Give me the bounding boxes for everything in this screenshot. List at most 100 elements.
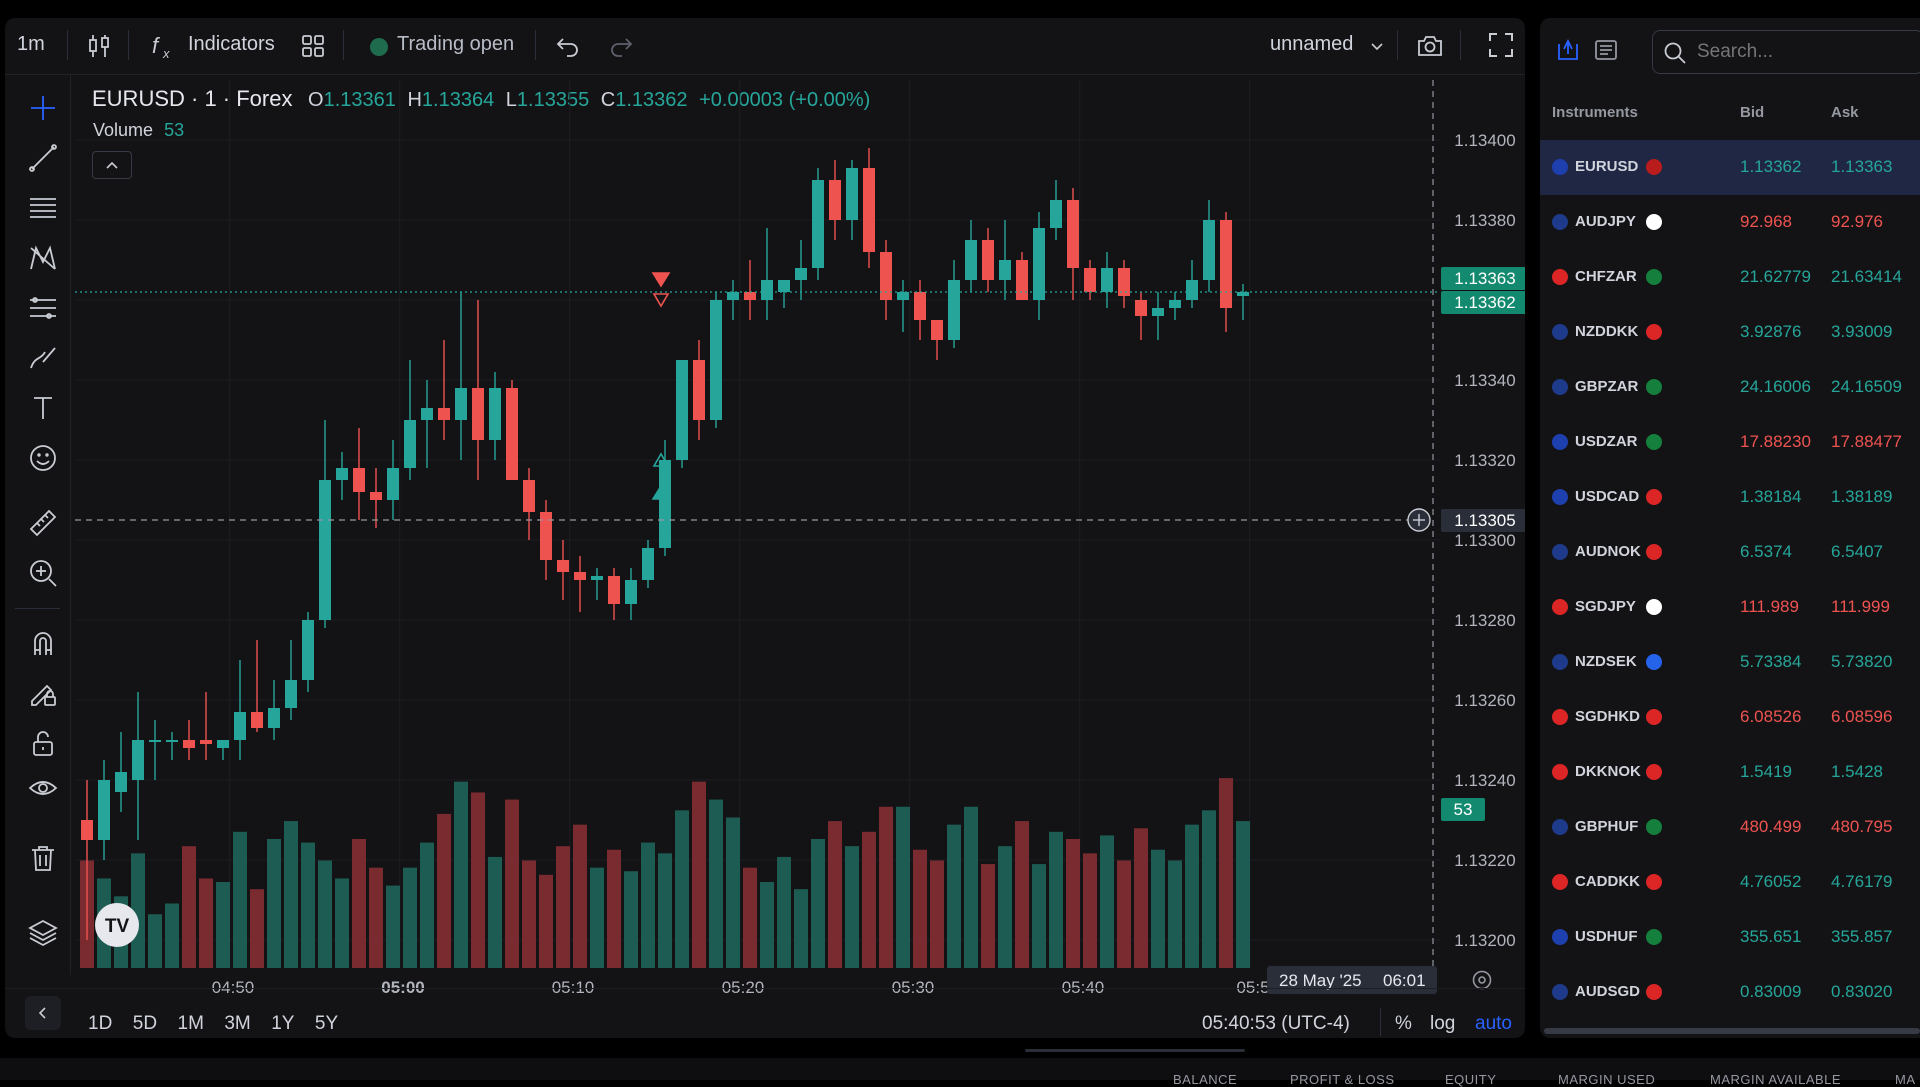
- instrument-row-usdhuf[interactable]: USDHUF 355.651 355.857: [1540, 910, 1920, 965]
- clock-timezone[interactable]: 05:40:53 (UTC-4): [1202, 1013, 1350, 1035]
- volume-bar: [437, 813, 451, 968]
- volume-bar: [1134, 828, 1148, 968]
- candle-body: [455, 388, 467, 420]
- candle-body: [608, 576, 620, 604]
- volume-bar: [1236, 821, 1250, 968]
- volume-bar: [267, 839, 281, 968]
- price-tick-label: 1.13220: [1454, 851, 1515, 870]
- flag-icon: [1552, 324, 1568, 340]
- percent-scale-toggle[interactable]: %: [1395, 1013, 1412, 1035]
- instrument-row-usdzar[interactable]: USDZAR 17.88230 17.88477: [1540, 415, 1920, 470]
- volume-bar: [641, 842, 655, 968]
- candle-body: [319, 480, 331, 620]
- instrument-bid: 24.16006: [1740, 377, 1811, 396]
- flag-icon: [1646, 764, 1662, 780]
- flag-icon: [1646, 324, 1662, 340]
- instrument-symbol: AUDJPY: [1575, 213, 1636, 230]
- log-scale-toggle[interactable]: log: [1430, 1013, 1455, 1035]
- instrument-bid: 4.76052: [1740, 872, 1802, 891]
- search-input[interactable]: [1695, 37, 1919, 67]
- instrument-search[interactable]: [1652, 30, 1920, 74]
- flag-icon: [1646, 489, 1662, 505]
- volume-bar: [505, 799, 519, 968]
- auto-scale-toggle[interactable]: auto: [1475, 1013, 1512, 1035]
- instrument-row-sgdhkd[interactable]: SGDHKD 6.08526 6.08596: [1540, 690, 1920, 745]
- candle-body: [880, 252, 892, 300]
- instrument-symbol: GBPZAR: [1575, 378, 1639, 395]
- candle-body: [98, 780, 110, 840]
- range-3m-button[interactable]: 3M: [224, 1013, 250, 1034]
- volume-bar: [1032, 864, 1046, 968]
- range-1m-button[interactable]: 1M: [178, 1013, 204, 1034]
- panel-resize-handle[interactable]: [1025, 1049, 1245, 1052]
- candle-body: [523, 480, 535, 512]
- instrument-row-nzdsek[interactable]: NZDSEK 5.73384 5.73820: [1540, 635, 1920, 690]
- candle-body: [1033, 228, 1045, 300]
- price-tick-label: 1.13240: [1454, 771, 1515, 790]
- volume-bar: [1066, 839, 1080, 968]
- instrument-row-usdcad[interactable]: USDCAD 1.38184 1.38189: [1540, 470, 1920, 525]
- candle-body: [1050, 200, 1062, 228]
- range-1d-button[interactable]: 1D: [88, 1013, 112, 1034]
- instrument-bid: 355.651: [1740, 927, 1802, 946]
- flag-icon: [1552, 654, 1568, 670]
- candle-body: [676, 360, 688, 460]
- news-icon[interactable]: [1592, 36, 1620, 64]
- candle-body: [812, 180, 824, 268]
- instrument-bid: 1.5419: [1740, 762, 1792, 781]
- range-5d-button[interactable]: 5D: [133, 1013, 157, 1034]
- instrument-row-audsgd[interactable]: AUDSGD 0.83009 0.83020: [1540, 965, 1920, 1020]
- instrument-row-dkknok[interactable]: DKKNOK 1.5419 1.5428: [1540, 745, 1920, 800]
- flag-icon: [1646, 269, 1662, 285]
- instrument-row-gbpzar[interactable]: GBPZAR 24.16006 24.16509: [1540, 360, 1920, 415]
- instrument-bid: 92.968: [1740, 212, 1792, 231]
- instrument-ask: 21.63414: [1831, 267, 1902, 286]
- price-tick-label: 1.13280: [1454, 611, 1515, 630]
- time-range-bar: 1D 5D 1M 3M 1Y 5Y: [88, 1013, 338, 1035]
- volume-bar: [471, 792, 485, 968]
- volume-bar: [182, 846, 196, 968]
- flag-icon: [1552, 929, 1568, 945]
- price-axis[interactable]: 1.13400 1.13380 1.13340 1.13320 1.13300 1.132…: [1441, 131, 1525, 950]
- candle-body: [1101, 268, 1113, 292]
- instrument-row-audnok[interactable]: AUDNOK 6.5374 6.5407: [1540, 525, 1920, 580]
- instrument-row-nzddkk[interactable]: NZDDKK 3.92876 3.93009: [1540, 305, 1920, 360]
- range-5y-button[interactable]: 5Y: [315, 1013, 338, 1034]
- column-header-bid[interactable]: Bid: [1740, 104, 1764, 121]
- volume-bar: [1100, 835, 1114, 968]
- price-tick-label: 1.13380: [1454, 211, 1515, 230]
- flag-icon: [1646, 379, 1662, 395]
- candle-body: [727, 292, 739, 300]
- column-header-ask[interactable]: Ask: [1831, 104, 1859, 121]
- instrument-row-chfzar[interactable]: CHFZAR 21.62779 21.63414: [1540, 250, 1920, 305]
- candle-body: [642, 548, 654, 580]
- price-chart[interactable]: 1.13400 1.13380 1.13340 1.13320 1.13300 1.132…: [5, 18, 1525, 1038]
- flag-icon: [1552, 489, 1568, 505]
- instrument-row-audjpy[interactable]: AUDJPY 92.968 92.976: [1540, 195, 1920, 250]
- chart-grid: [75, 80, 1440, 968]
- candle-body: [982, 240, 994, 280]
- instrument-symbol: DKKNOK: [1575, 763, 1641, 780]
- instrument-row-caddkk[interactable]: CADDKK 4.76052 4.76179: [1540, 855, 1920, 910]
- flag-icon: [1552, 764, 1568, 780]
- watchlist-icon[interactable]: [1554, 36, 1582, 64]
- candle-body: [931, 320, 943, 340]
- candle-body: [251, 712, 263, 728]
- candle-body: [659, 460, 671, 548]
- tradingview-logo[interactable]: TV: [95, 903, 139, 947]
- horizontal-scrollbar[interactable]: [1544, 1028, 1920, 1034]
- instrument-row-eurusd[interactable]: EURUSD 1.13362 1.13363: [1540, 140, 1920, 195]
- instrument-row-sgdjpy[interactable]: SGDJPY 111.989 111.999: [1540, 580, 1920, 635]
- chart-panel: 1m fx Indicators Trading open unnamed EU…: [5, 18, 1525, 1038]
- column-header-instruments[interactable]: Instruments: [1552, 104, 1638, 121]
- instrument-ask: 17.88477: [1831, 432, 1902, 451]
- candle-body: [965, 240, 977, 280]
- range-1y-button[interactable]: 1Y: [271, 1013, 294, 1034]
- volume-bar: [352, 839, 366, 968]
- candle-body: [829, 180, 841, 220]
- flag-icon: [1646, 819, 1662, 835]
- instrument-row-gbphuf[interactable]: GBPHUF 480.499 480.795: [1540, 800, 1920, 855]
- flag-icon: [1646, 654, 1662, 670]
- candle-body: [1186, 280, 1198, 300]
- volume-bar: [488, 856, 502, 968]
